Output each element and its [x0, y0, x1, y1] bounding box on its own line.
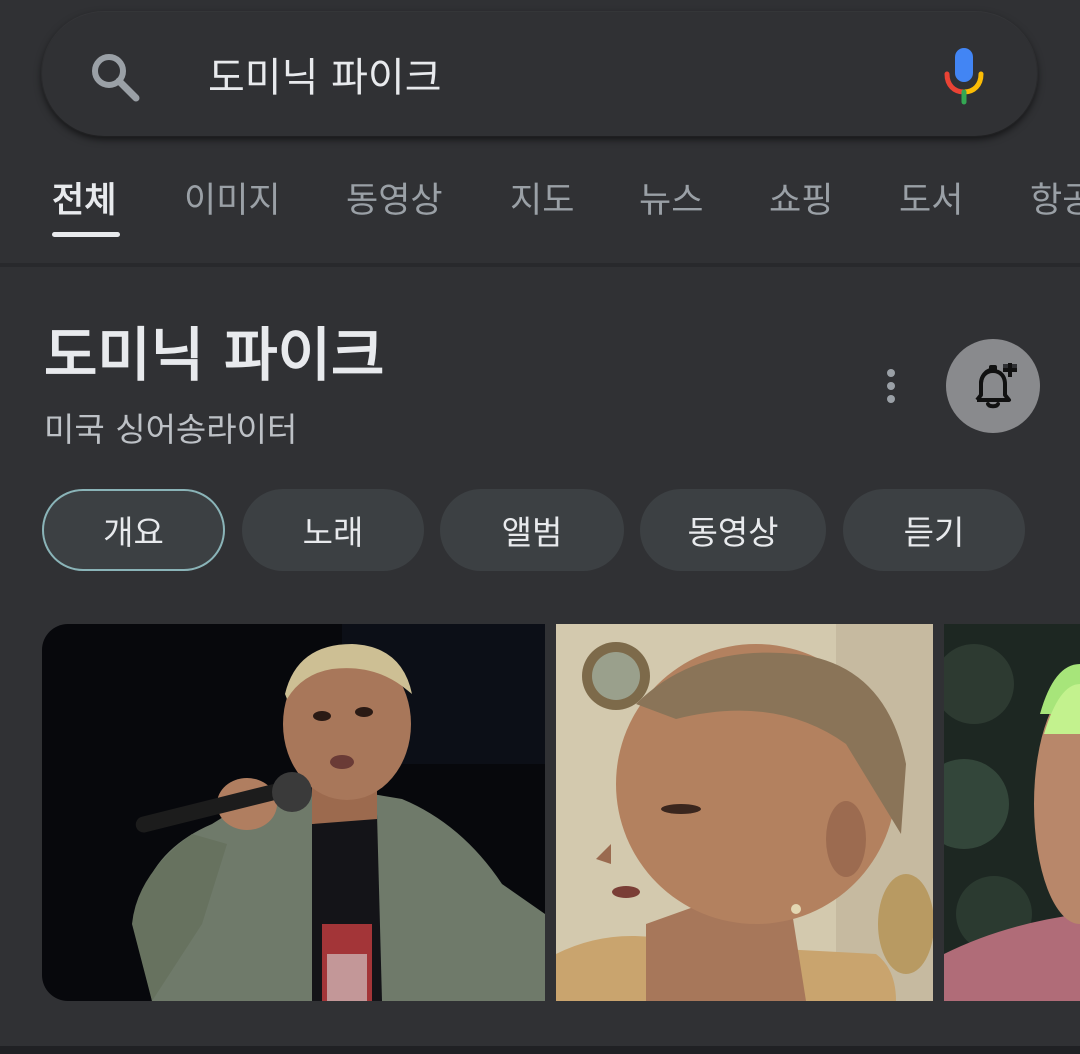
more-vert-icon[interactable] [872, 366, 910, 408]
tab-flights[interactable]: 항공 [1030, 172, 1080, 230]
tab-videos[interactable]: 동영상 [346, 172, 443, 230]
image-carousel[interactable] [42, 624, 1080, 1001]
person-photo-2[interactable] [556, 624, 933, 1001]
search-tabs: 전체 이미지 동영상 지도 뉴스 쇼핑 도서 항공 [0, 172, 1080, 242]
bell-plus-icon [975, 363, 1017, 409]
tab-all[interactable]: 전체 [52, 172, 116, 230]
chip-label: 앨범 [501, 513, 563, 552]
person-photo-1[interactable] [42, 624, 545, 1001]
entity-title: 도미닉 파이크 [44, 321, 385, 389]
entity-chips: 개요 노래 앨범 동영상 듣기 [0, 489, 1080, 573]
search-box[interactable] [42, 12, 1037, 136]
chip-label: 노래 [302, 513, 364, 552]
tab-books[interactable]: 도서 [899, 172, 963, 230]
chip-label: 동영상 [687, 513, 779, 552]
chip-overview[interactable]: 개요 [42, 489, 225, 571]
chip-albums[interactable]: 앨범 [440, 489, 624, 571]
person-photo-3[interactable] [944, 624, 1080, 1001]
bottom-divider [0, 1046, 1080, 1054]
tab-shopping[interactable]: 쇼핑 [769, 172, 833, 230]
search-input[interactable] [208, 46, 888, 102]
entity-subtitle: 미국 싱어송라이터 [44, 410, 298, 449]
chip-label: 듣기 [903, 513, 965, 552]
top-bar: 전체 이미지 동영상 지도 뉴스 쇼핑 도서 항공 [0, 0, 1080, 265]
chip-label: 개요 [103, 513, 164, 552]
tab-images[interactable]: 이미지 [184, 172, 281, 230]
mic-icon[interactable] [942, 44, 986, 106]
chip-listen[interactable]: 듣기 [843, 489, 1025, 571]
chip-videos[interactable]: 동영상 [640, 489, 826, 571]
follow-button[interactable] [946, 339, 1040, 433]
active-tab-indicator [52, 232, 120, 237]
search-icon[interactable] [88, 50, 142, 104]
tab-news[interactable]: 뉴스 [639, 172, 703, 230]
chip-songs[interactable]: 노래 [242, 489, 424, 571]
tab-maps[interactable]: 지도 [510, 172, 574, 230]
